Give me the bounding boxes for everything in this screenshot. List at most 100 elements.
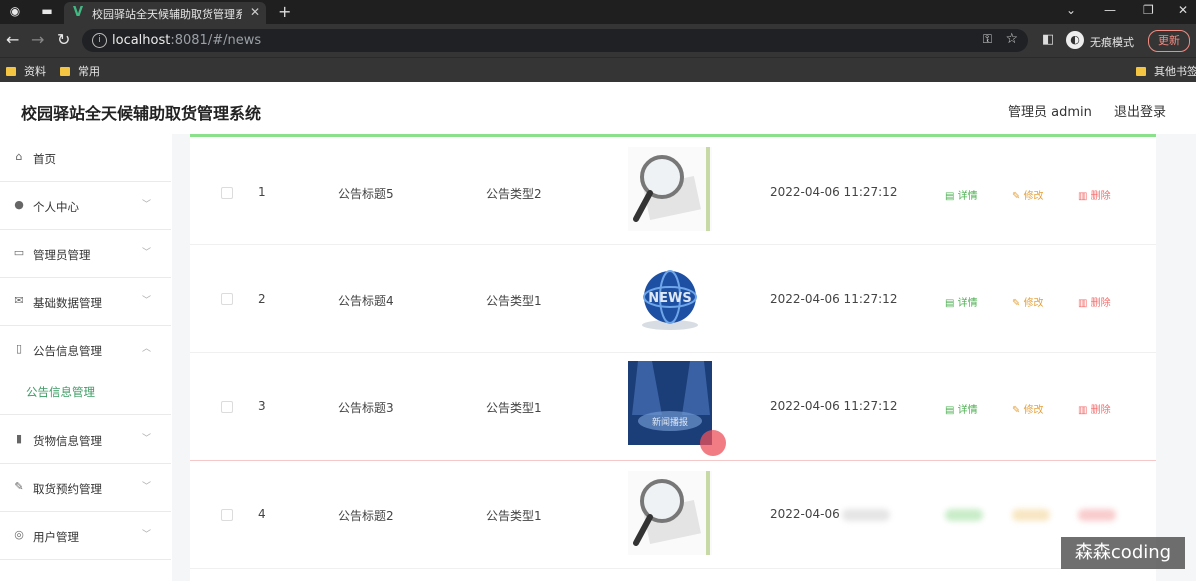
browser-menu-icon[interactable]: ◉ — [8, 4, 22, 18]
row-type: 公告类型1 — [486, 294, 542, 308]
side-panel-icon[interactable]: ◧ — [1042, 32, 1054, 47]
browser-tab-title: 校园驿站全天候辅助取货管理系统 — [92, 8, 242, 21]
logout-link[interactable]: 退出登录 — [1114, 101, 1166, 120]
chevron-down-icon: ﹀ — [142, 200, 152, 210]
sidebar-item-users[interactable]: ◎ 用户管理 ﹀ — [0, 512, 171, 560]
table-row: 2 公告标题4 公告类型1 NEWS 2022-04-06 11:27:12 ▤… — [190, 245, 1156, 353]
edit-button[interactable]: ✎ 修改 — [1012, 401, 1044, 416]
other-bookmarks[interactable]: 其他书签 — [1136, 63, 1196, 79]
blurred-text — [842, 509, 890, 521]
row-checkbox[interactable] — [221, 401, 233, 413]
sidebar-item-pickup[interactable]: ✎ 取货预约管理 ﹀ — [0, 464, 171, 512]
incognito-icon[interactable]: ◐ — [1066, 31, 1084, 49]
folder-icon — [1136, 67, 1146, 76]
phone-icon: ▯ — [15, 342, 23, 355]
edit-label: 修改 — [1023, 191, 1044, 202]
sidebar-item-label: 个人中心 — [33, 200, 79, 214]
chat-icon: ▭ — [13, 246, 25, 259]
bookmark-folder-2[interactable]: 常用 — [60, 63, 100, 79]
sidebar-item-label: 基础数据管理 — [33, 296, 102, 310]
table-row: 1 公告标题5 公告类型2 2022-04-06 11:27:12 ▤ 详情 ✎… — [190, 137, 1156, 245]
back-icon[interactable]: ← — [6, 31, 19, 49]
row-checkbox[interactable] — [221, 509, 233, 521]
sidebar-item-basic-data[interactable]: ✉ 基础数据管理 ﹀ — [0, 278, 171, 326]
new-tab-icon[interactable]: + — [278, 2, 291, 21]
blurred-delete-button — [1078, 509, 1116, 521]
row-index: 1 — [258, 185, 266, 199]
row-title: 公告标题3 — [338, 401, 394, 415]
update-button[interactable]: 更新 — [1148, 30, 1190, 52]
sidebar-item-label: 货物信息管理 — [33, 434, 102, 448]
compass-icon: ◎ — [14, 528, 24, 541]
tab-search-icon[interactable]: ⌄ — [1066, 3, 1076, 17]
books-icon: ▮ — [15, 432, 23, 445]
restore-icon[interactable]: ❐ — [1143, 3, 1154, 17]
row-time: 2022-04-06 — [770, 507, 840, 521]
address-path: :8081/#/news — [170, 33, 262, 48]
row-image — [628, 471, 712, 555]
address-bar[interactable]: i localhost:8081/#/news ⚿ ☆ — [82, 29, 1028, 52]
chevron-down-icon: ﹀ — [142, 296, 152, 306]
bookmark-label: 资料 — [24, 65, 46, 78]
tab-close-icon[interactable]: ✕ — [250, 5, 260, 19]
incognito-label: 无痕模式 — [1090, 36, 1134, 49]
delete-label: 删除 — [1090, 298, 1111, 309]
sidebar-item-home[interactable]: ⌂ 首页 — [0, 134, 171, 182]
detail-button[interactable]: ▤ 详情 — [945, 401, 978, 416]
delete-button[interactable]: ▥ 删除 — [1078, 187, 1111, 202]
sidebar-item-admins[interactable]: ▭ 管理员管理 ﹀ — [0, 230, 171, 278]
reload-icon[interactable]: ↻ — [57, 31, 70, 49]
delete-button[interactable]: ▥ 删除 — [1078, 401, 1111, 416]
globe-news-text: NEWS — [648, 291, 691, 306]
detail-label: 详情 — [957, 298, 978, 309]
row-time: 2022-04-06 11:27:12 — [770, 185, 898, 199]
sidebar-item-label: 用户管理 — [33, 530, 79, 544]
edit-button[interactable]: ✎ 修改 — [1012, 187, 1044, 202]
edit-label: 修改 — [1023, 405, 1044, 416]
close-window-icon[interactable]: ✕ — [1178, 3, 1188, 17]
sidebar-item-label: 公告信息管理 — [33, 344, 102, 358]
row-time: 2022-04-06 11:27:12 — [770, 292, 898, 306]
site-info-icon[interactable]: i — [92, 33, 107, 48]
stage-news-text: 新闻播报 — [652, 416, 688, 428]
blurred-edit-button — [1012, 509, 1050, 521]
table-row: 4 公告标题2 公告类型1 2022-04-06 — [190, 461, 1156, 569]
chevron-down-icon: ﹀ — [142, 482, 152, 492]
detail-label: 详情 — [957, 405, 978, 416]
row-image: NEWS — [628, 255, 712, 339]
chevron-down-icon: ﹀ — [142, 434, 152, 444]
globe-news-image: NEWS — [628, 255, 712, 339]
detail-button[interactable]: ▤ 详情 — [945, 294, 978, 309]
detail-label: 详情 — [957, 191, 978, 202]
tab-overview-icon[interactable]: ▬ — [40, 4, 54, 18]
submenu-item-announcements[interactable]: 公告信息管理 — [0, 366, 171, 415]
mouse-cursor-highlight — [700, 430, 726, 456]
row-type: 公告类型2 — [486, 187, 542, 201]
user-icon: ● — [14, 198, 24, 211]
row-checkbox[interactable] — [221, 293, 233, 305]
delete-label: 删除 — [1090, 405, 1111, 416]
mail-icon: ✉ — [14, 294, 24, 307]
row-time: 2022-04-06 11:27:12 — [770, 399, 898, 413]
delete-button[interactable]: ▥ 删除 — [1078, 294, 1111, 309]
app-header: 校园驿站全天候辅助取货管理系统 管理员 admin 退出登录 — [0, 82, 1196, 134]
bookmark-folder-1[interactable]: 资料 — [6, 63, 46, 79]
key-icon[interactable]: ⚿ — [983, 32, 992, 47]
sidebar-item-goods[interactable]: ▮ 货物信息管理 ﹀ — [0, 416, 171, 464]
address-host: localhost — [112, 33, 171, 48]
magnifier-news-image — [628, 471, 712, 555]
chevron-down-icon: ﹀ — [142, 530, 152, 540]
minimize-icon[interactable]: — — [1104, 3, 1116, 17]
blurred-detail-button — [945, 509, 983, 521]
sidebar-item-profile[interactable]: ● 个人中心 ﹀ — [0, 182, 171, 230]
row-title: 公告标题5 — [338, 187, 394, 201]
detail-button[interactable]: ▤ 详情 — [945, 187, 978, 202]
row-checkbox[interactable] — [221, 187, 233, 199]
bookmark-star-icon[interactable]: ☆ — [1005, 31, 1018, 47]
browser-tab-active[interactable]: V 校园驿站全天候辅助取货管理系统 ✕ — [64, 2, 266, 24]
forward-icon[interactable]: → — [31, 31, 44, 49]
edit-button[interactable]: ✎ 修改 — [1012, 294, 1044, 309]
table-row: 3 公告标题3 公告类型1 新闻播报 2022-04-06 11:27:12 ▤… — [190, 353, 1156, 461]
sidebar-item-label: 首页 — [33, 152, 56, 166]
admin-label: 管理员 admin — [1008, 105, 1092, 120]
